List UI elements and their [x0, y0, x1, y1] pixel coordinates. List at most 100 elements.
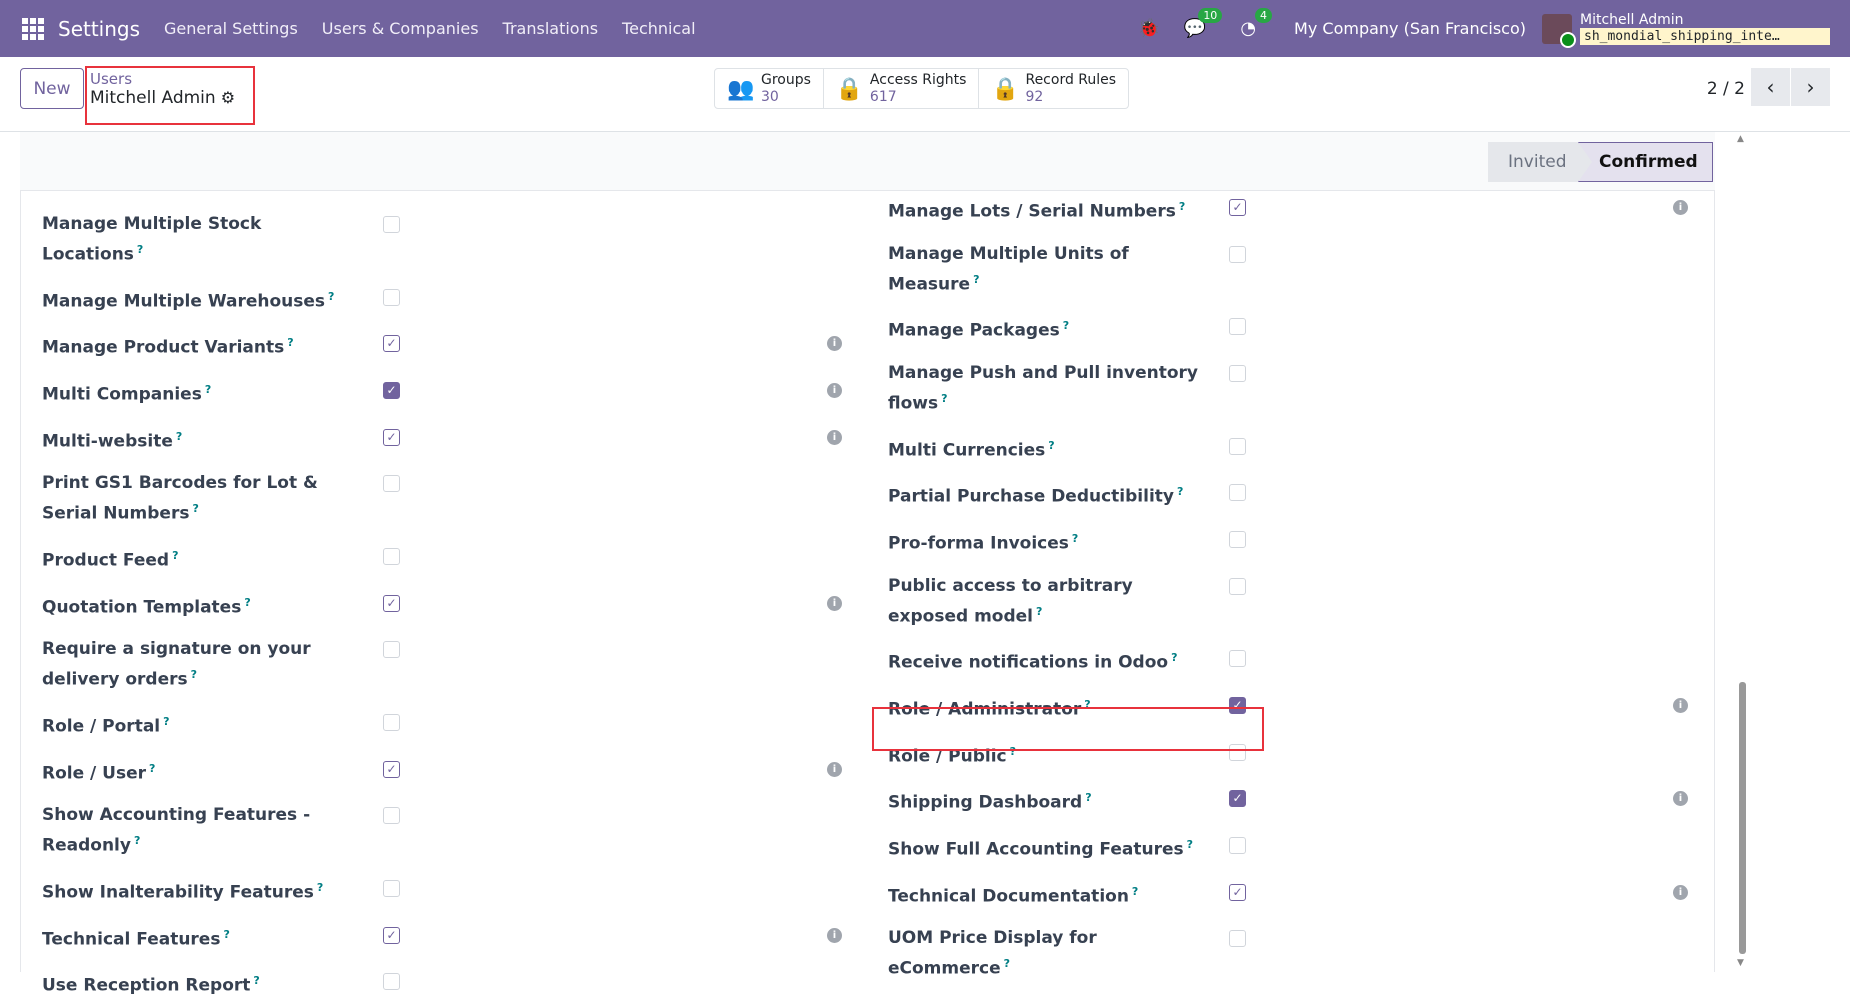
- app-title[interactable]: Settings: [58, 17, 140, 41]
- group-checkbox[interactable]: [1229, 437, 1246, 455]
- help-tooltip-icon[interactable]: ?: [134, 834, 140, 847]
- menu-users-companies[interactable]: Users & Companies: [322, 19, 479, 38]
- help-tooltip-icon[interactable]: ?: [1004, 957, 1010, 970]
- group-checkbox[interactable]: [383, 216, 400, 233]
- help-tooltip-icon[interactable]: ?: [1187, 838, 1193, 851]
- help-tooltip-icon[interactable]: ?: [1177, 485, 1183, 498]
- info-icon[interactable]: i: [1673, 884, 1688, 900]
- group-checkbox[interactable]: [1229, 577, 1246, 595]
- group-checkbox[interactable]: [1229, 530, 1246, 548]
- group-checkbox[interactable]: [1229, 650, 1246, 668]
- help-tooltip-icon[interactable]: ?: [1132, 885, 1138, 898]
- help-tooltip-icon[interactable]: ?: [244, 596, 250, 609]
- scrollbar[interactable]: [1739, 682, 1746, 954]
- record-rules-button[interactable]: 🔒 Record Rules 92: [979, 69, 1128, 108]
- company-switcher[interactable]: My Company (San Francisco): [1294, 19, 1526, 38]
- info-icon[interactable]: i: [827, 761, 842, 777]
- group-checkbox[interactable]: [1229, 930, 1246, 948]
- new-button[interactable]: New: [20, 68, 84, 109]
- info-icon[interactable]: i: [827, 927, 842, 943]
- user-menu[interactable]: Mitchell Admin sh_mondial_shipping_inte…: [1580, 12, 1830, 45]
- help-tooltip-icon[interactable]: ?: [1036, 605, 1042, 618]
- help-tooltip-icon[interactable]: ?: [1072, 532, 1078, 545]
- help-tooltip-icon[interactable]: ?: [163, 715, 169, 728]
- messages-icon[interactable]: 💬 10: [1184, 8, 1223, 39]
- debug-bug-icon[interactable]: 🐞: [1137, 18, 1159, 39]
- group-checkbox[interactable]: [383, 973, 400, 991]
- help-tooltip-icon[interactable]: ?: [1085, 791, 1091, 804]
- group-label: Manage Lots / Serial Numbers: [888, 201, 1176, 222]
- help-tooltip-icon[interactable]: ?: [172, 549, 178, 562]
- help-tooltip-icon[interactable]: ?: [1171, 651, 1177, 664]
- help-tooltip-icon[interactable]: ?: [1179, 200, 1185, 213]
- help-tooltip-icon[interactable]: ?: [223, 928, 229, 941]
- help-tooltip-icon[interactable]: ?: [317, 881, 323, 894]
- help-tooltip-icon[interactable]: ?: [287, 336, 293, 349]
- group-checkbox[interactable]: ✓: [383, 335, 400, 353]
- info-icon[interactable]: i: [827, 429, 842, 445]
- help-tooltip-icon[interactable]: ?: [973, 273, 979, 286]
- activities-clock-icon[interactable]: ◔ 4: [1240, 8, 1273, 39]
- group-label: Show Accounting Features - Readonly: [42, 805, 311, 856]
- group-checkbox[interactable]: [383, 641, 400, 659]
- right-groups-column: Manage Lots / Serial Numbers? ✓ i Manage Mu…: [888, 186, 1693, 990]
- help-tooltip-icon[interactable]: ?: [149, 762, 155, 775]
- help-tooltip-icon[interactable]: ?: [328, 290, 334, 303]
- group-checkbox[interactable]: ✓: [1229, 199, 1246, 216]
- menu-translations[interactable]: Translations: [503, 19, 599, 38]
- group-checkbox[interactable]: ✓: [1229, 883, 1246, 901]
- help-tooltip-icon[interactable]: ?: [176, 430, 182, 443]
- help-tooltip-icon[interactable]: ?: [941, 392, 947, 405]
- group-checkbox[interactable]: [1229, 245, 1246, 263]
- help-tooltip-icon[interactable]: ?: [1063, 319, 1069, 332]
- group-checkbox[interactable]: [1229, 836, 1246, 854]
- group-checkbox[interactable]: ✓: [383, 428, 400, 446]
- group-checkbox[interactable]: [383, 288, 400, 306]
- user-avatar[interactable]: [1542, 13, 1576, 48]
- help-tooltip-icon[interactable]: ?: [205, 383, 211, 396]
- group-checkbox[interactable]: [383, 879, 400, 897]
- group-checkbox[interactable]: [383, 475, 400, 493]
- breadcrumb-users-link[interactable]: Users: [90, 70, 250, 88]
- info-icon[interactable]: i: [827, 382, 842, 398]
- apps-menu-icon[interactable]: [22, 17, 44, 40]
- help-tooltip-icon[interactable]: ?: [192, 502, 198, 515]
- menu-general-settings[interactable]: General Settings: [164, 19, 298, 38]
- group-row: Require a signature on your delivery ord…: [42, 628, 847, 701]
- group-checkbox[interactable]: ✓: [383, 926, 400, 944]
- menu-technical[interactable]: Technical: [622, 19, 695, 38]
- group-checkbox[interactable]: [383, 807, 400, 825]
- help-tooltip-icon[interactable]: ?: [137, 243, 143, 256]
- info-icon[interactable]: i: [827, 595, 842, 611]
- groups-button[interactable]: 👥 Groups 30: [715, 69, 824, 108]
- info-icon[interactable]: i: [827, 336, 842, 352]
- scroll-up-icon[interactable]: ▲: [1737, 134, 1744, 144]
- group-checkbox[interactable]: ✓: [383, 760, 400, 778]
- stage-invited[interactable]: Invited: [1488, 142, 1598, 182]
- group-checkbox[interactable]: ✓: [383, 381, 400, 399]
- pager-value[interactable]: 2 / 2: [1707, 79, 1745, 99]
- group-checkbox[interactable]: [383, 713, 400, 731]
- group-checkbox[interactable]: [383, 547, 400, 565]
- previous-record-button[interactable]: ‹: [1751, 68, 1790, 106]
- help-tooltip-icon[interactable]: ?: [191, 668, 197, 681]
- next-record-button[interactable]: ›: [1791, 68, 1830, 106]
- gear-icon[interactable]: ⚙: [221, 88, 235, 107]
- access-rights-button[interactable]: 🔒 Access Rights 617: [824, 69, 980, 108]
- stage-confirmed[interactable]: Confirmed: [1578, 142, 1713, 182]
- group-checkbox[interactable]: ✓: [383, 594, 400, 612]
- info-icon[interactable]: i: [1673, 791, 1688, 807]
- group-checkbox[interactable]: ✓: [1229, 790, 1246, 808]
- group-label: Manage Packages: [888, 320, 1060, 341]
- group-checkbox[interactable]: [1229, 364, 1246, 382]
- info-icon[interactable]: i: [1673, 697, 1688, 713]
- help-tooltip-icon[interactable]: ?: [1048, 439, 1054, 452]
- help-tooltip-icon[interactable]: ?: [253, 974, 259, 987]
- group-label: Quotation Templates: [42, 597, 242, 618]
- group-row: Receive notifications in Odoo?: [888, 637, 1693, 684]
- info-icon[interactable]: i: [1673, 200, 1688, 215]
- scroll-down-icon[interactable]: ▼: [1737, 958, 1744, 968]
- stat-value: 92: [1025, 88, 1044, 105]
- group-checkbox[interactable]: [1229, 318, 1246, 336]
- group-checkbox[interactable]: [1229, 484, 1246, 502]
